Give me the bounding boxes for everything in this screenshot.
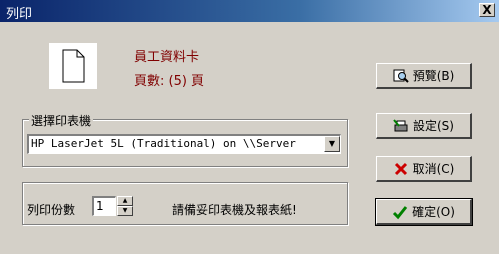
dropdown-arrow-icon[interactable]: ▼ — [324, 136, 340, 152]
checkmark-icon — [393, 205, 408, 219]
page-count-label: 頁數: (5) 頁 — [134, 74, 205, 89]
copies-label: 列印份數 — [27, 203, 76, 217]
document-icon — [49, 43, 97, 89]
cancel-button[interactable]: 取消(C) — [376, 156, 472, 182]
settings-button-label: 設定(S) — [413, 119, 454, 133]
printer-select[interactable]: HP LaserJet 5L (Traditional) on \\Server… — [27, 134, 341, 154]
ok-button-label: 確定(O) — [412, 205, 455, 219]
title-bar: 列印 X — [0, 0, 499, 22]
printer-ready-hint: 請備妥印表機及報表紙! — [172, 203, 297, 217]
close-icon: X — [482, 3, 492, 17]
print-dialog: 列印 X 員工資料卡 頁數: (5) 頁 選擇印表機 HP LaserJet 5… — [0, 0, 499, 254]
window-title: 列印 — [6, 7, 33, 22]
ok-button[interactable]: 確定(O) — [375, 198, 473, 226]
settings-button[interactable]: 設定(S) — [376, 113, 472, 139]
preview-button-label: 預覽(B) — [412, 69, 455, 83]
preview-button[interactable]: 預覽(B) — [376, 63, 472, 89]
cross-icon — [394, 162, 407, 175]
magnifier-icon — [393, 69, 409, 83]
copies-input[interactable]: 1 — [92, 196, 116, 216]
spin-up-icon[interactable]: ▲ — [117, 196, 133, 206]
copies-spinner[interactable]: ▲ ▼ — [117, 196, 133, 216]
cancel-button-label: 取消(C) — [412, 162, 455, 176]
spin-down-icon[interactable]: ▼ — [117, 206, 133, 216]
document-name: 員工資料卡 — [134, 50, 200, 65]
close-button[interactable]: X — [479, 3, 495, 17]
printer-group-legend: 選擇印表機 — [29, 112, 94, 129]
printer-settings-icon — [393, 118, 408, 131]
printer-select-value: HP LaserJet 5L (Traditional) on \\Server — [31, 137, 296, 150]
